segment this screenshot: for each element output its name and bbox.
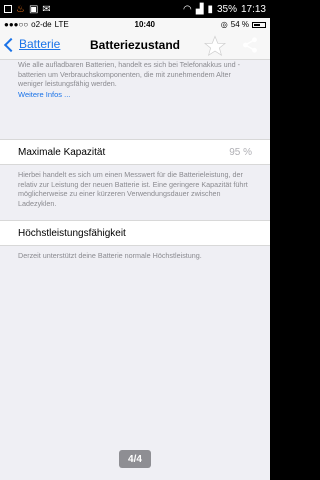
max-capacity-value: 95 % bbox=[229, 146, 252, 158]
ios-battery-percent: 54 % bbox=[230, 20, 249, 29]
max-capacity-label: Maximale Kapazität bbox=[18, 146, 106, 158]
ios-battery-icon bbox=[252, 21, 266, 28]
android-status-right: ◠ ▟ ▮ 35% 17:13 bbox=[183, 4, 266, 15]
mail-icon: ✉ bbox=[42, 3, 51, 15]
ios-status-right: ◎ 54 % bbox=[221, 20, 266, 29]
page-indicator: 4/4 bbox=[119, 450, 151, 468]
notification-icon bbox=[4, 5, 12, 13]
intro-text: Wie alle aufladbaren Batterien, handelt … bbox=[18, 60, 241, 88]
star-icon[interactable] bbox=[204, 35, 226, 57]
ios-screen: ●●●○○ o2-de LTE 10:40 ◎ 54 % Batterie Ba… bbox=[0, 18, 270, 480]
signal-icon: ▟ bbox=[195, 3, 204, 15]
android-status-left: ♨ ▣ ✉ bbox=[4, 4, 51, 15]
flame-icon: ♨ bbox=[16, 3, 25, 15]
android-time: 17:13 bbox=[240, 3, 266, 15]
peak-description: Derzeit unterstützt deine Batterie norma… bbox=[0, 251, 270, 261]
signal-dots-icon: ●●●○○ bbox=[4, 20, 29, 29]
ios-time: 10:40 bbox=[134, 20, 155, 29]
ios-status-left: ●●●○○ o2-de LTE bbox=[4, 20, 69, 29]
navigation-bar: Batterie Batteriezustand bbox=[0, 31, 270, 60]
page-title: Batteriezustand bbox=[89, 38, 181, 52]
ios-status-bar: ●●●○○ o2-de LTE 10:40 ◎ 54 % bbox=[0, 18, 270, 31]
network-type: LTE bbox=[54, 20, 69, 29]
lock-rotation-icon: ◎ bbox=[220, 20, 228, 29]
carrier-name: o2-de bbox=[31, 20, 52, 29]
intro-section: Wie alle aufladbaren Batterien, handelt … bbox=[0, 60, 270, 99]
capacity-description: Hierbei handelt es sich um einen Messwer… bbox=[0, 170, 270, 208]
capacity-description-text: Hierbei handelt es sich um einen Messwer… bbox=[18, 170, 248, 208]
wifi-icon: ◠ bbox=[183, 3, 192, 15]
peak-description-text: Derzeit unterstützt deine Batterie norma… bbox=[18, 251, 202, 260]
image-icon: ▣ bbox=[28, 3, 39, 15]
peak-performance-label: Höchstleistungsfähigkeit bbox=[18, 227, 126, 239]
share-icon[interactable] bbox=[241, 36, 259, 54]
max-capacity-cell: Maximale Kapazität 95 % bbox=[0, 139, 270, 165]
android-battery-icon: ▮ bbox=[207, 3, 213, 15]
peak-performance-cell: Höchstleistungsfähigkeit bbox=[0, 220, 270, 246]
android-status-bar: ♨ ▣ ✉ ◠ ▟ ▮ 35% 17:13 bbox=[0, 0, 270, 18]
more-info-link[interactable]: Weitere Infos ... bbox=[18, 90, 252, 100]
android-battery-percent: 35% bbox=[216, 3, 237, 15]
